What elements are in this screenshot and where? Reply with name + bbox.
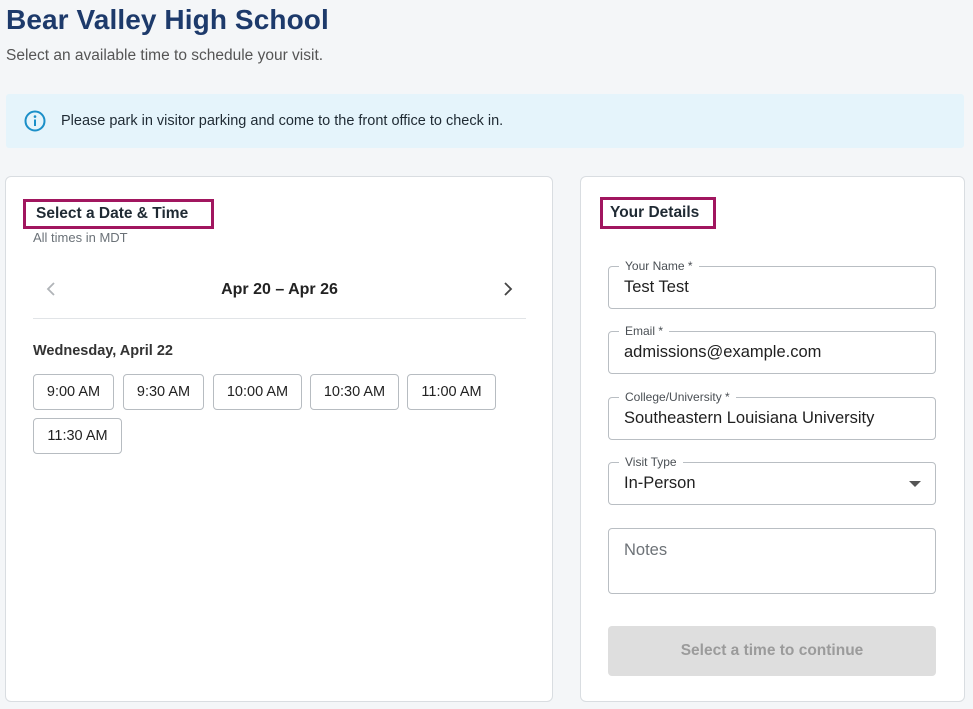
name-field[interactable]: Your Name * Test Test xyxy=(608,259,936,309)
time-slot-button[interactable]: 11:30 AM xyxy=(33,418,122,454)
email-field-value: admissions@example.com xyxy=(624,343,822,361)
timezone-note: All times in MDT xyxy=(33,230,128,245)
date-time-card: Select a Date & Time All times in MDT Ap… xyxy=(5,176,553,702)
visit-type-label: Visit Type xyxy=(619,455,683,469)
info-banner-text: Please park in visitor parking and come … xyxy=(61,113,504,129)
notes-placeholder: Notes xyxy=(624,541,668,559)
time-slot-button[interactable]: 10:00 AM xyxy=(213,374,302,410)
time-slot-button[interactable]: 11:00 AM xyxy=(407,374,496,410)
week-navigator: Apr 20 – Apr 26 xyxy=(33,269,526,319)
your-details-heading: Your Details xyxy=(600,197,716,229)
email-field[interactable]: Email * admissions@example.com xyxy=(608,324,936,374)
day-label: Wednesday, April 22 xyxy=(33,343,173,359)
week-range: Apr 20 – Apr 26 xyxy=(221,281,338,298)
name-field-value: Test Test xyxy=(624,278,689,296)
notes-field[interactable]: Notes xyxy=(608,528,936,594)
visit-type-value: In-Person xyxy=(624,474,696,492)
dropdown-arrow-icon xyxy=(909,481,921,487)
college-field-value: Southeastern Louisiana University xyxy=(624,409,875,427)
next-week-button[interactable] xyxy=(498,279,518,299)
visit-type-select[interactable]: Visit Type In-Person xyxy=(608,455,936,505)
page-subtitle: Select an available time to schedule you… xyxy=(6,47,324,64)
chevron-right-icon xyxy=(504,282,513,296)
page-title: Bear Valley High School xyxy=(6,4,329,35)
continue-button[interactable]: Select a time to continue xyxy=(608,626,936,676)
time-slot-button[interactable]: 9:30 AM xyxy=(123,374,204,410)
date-time-heading: Select a Date & Time xyxy=(23,199,214,229)
time-slot-button[interactable]: 10:30 AM xyxy=(310,374,399,410)
college-field[interactable]: College/University * Southeastern Louisi… xyxy=(608,390,936,440)
email-field-label: Email * xyxy=(619,324,670,338)
name-field-label: Your Name * xyxy=(619,259,699,273)
info-icon xyxy=(24,110,46,132)
time-slot-button[interactable]: 9:00 AM xyxy=(33,374,114,410)
info-banner: Please park in visitor parking and come … xyxy=(6,94,964,148)
your-details-card: Your Details Your Name * Test Test Email… xyxy=(580,176,965,702)
college-field-label: College/University * xyxy=(619,390,736,404)
